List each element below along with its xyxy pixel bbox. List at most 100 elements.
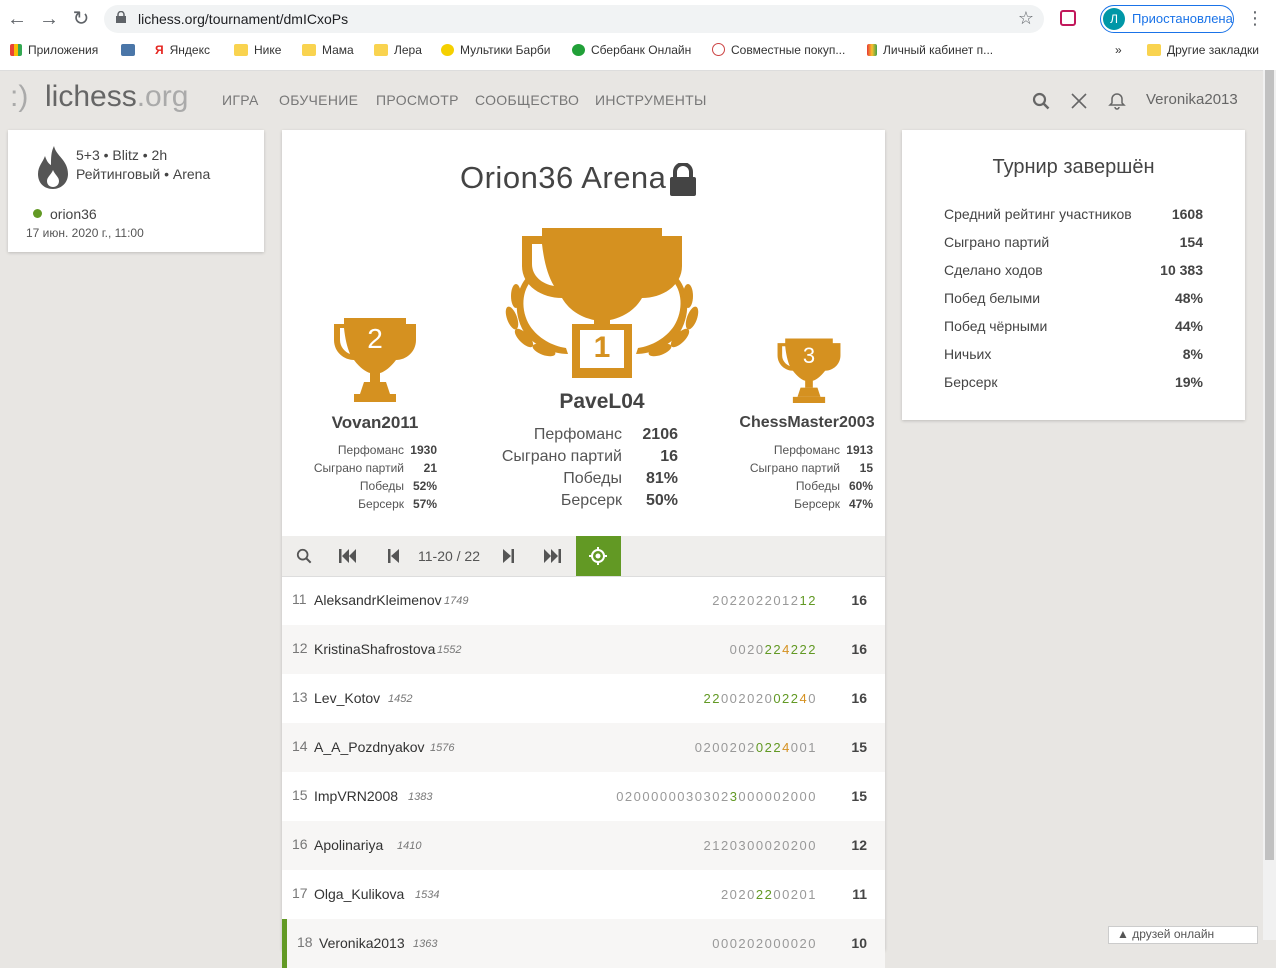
bookmark-nike[interactable]: Нике	[234, 43, 281, 57]
prev-page-button[interactable]	[372, 536, 416, 576]
first-place-name[interactable]: PaveL04	[502, 390, 702, 414]
bell-icon[interactable]	[1108, 92, 1126, 110]
nav-community[interactable]: СООБЩЕСТВО	[475, 92, 579, 108]
avatar: Л	[1103, 8, 1125, 30]
standings-row[interactable]: 16 Apolinariya 1410 2120300020200 12	[282, 821, 885, 870]
back-icon[interactable]: ←	[6, 8, 28, 30]
bookmark-sberbank[interactable]: Сбербанк Онлайн	[572, 43, 691, 57]
player-name[interactable]: Veronika2013	[319, 935, 405, 951]
standings-row-me[interactable]: 18 Veronika2013 1363 000202000020 10	[282, 919, 885, 968]
summary-stat-label: Берсерк	[944, 374, 998, 390]
forward-icon[interactable]: →	[38, 8, 60, 30]
folder-icon	[302, 44, 316, 56]
nav-watch[interactable]: ПРОСМОТР	[376, 92, 459, 108]
menu-icon[interactable]: ⋮	[1246, 8, 1264, 29]
third-place-name[interactable]: ChessMaster2003	[734, 414, 880, 432]
score-sheet: 000202000020	[712, 936, 817, 951]
bookmark-cabinet[interactable]: Личный кабинет п...	[867, 43, 993, 57]
player-name[interactable]: ImpVRN2008	[314, 788, 398, 804]
bookmark-label: Лера	[394, 43, 422, 57]
profile-button[interactable]: Л Приостановлена	[1100, 5, 1234, 33]
reload-icon[interactable]: ↻	[70, 8, 92, 30]
player-rank: 13	[292, 689, 308, 705]
score-sheet: 2200202002240	[703, 691, 817, 706]
standings-pager: 11-20 / 22	[282, 536, 885, 577]
score-sheet: 02002020224001	[694, 740, 817, 755]
friends-online-box[interactable]: ▲ друзей онлайн	[1108, 926, 1258, 944]
player-score: 10	[851, 935, 867, 951]
address-bar[interactable]: lichess.org/tournament/dmICxoPs ☆	[104, 5, 1044, 33]
last-page-button[interactable]	[530, 536, 574, 576]
podium-stat-label: Перфоманс	[773, 443, 840, 457]
bookmark-barbie[interactable]: Мультики Барби	[441, 43, 550, 57]
first-page-button[interactable]	[326, 536, 370, 576]
nav-learn[interactable]: ОБУЧЕНИЕ	[279, 92, 358, 108]
player-name[interactable]: Olga_Kulikova	[314, 886, 404, 902]
summary-stat-label: Средний рейтинг участников	[944, 206, 1132, 222]
summary-stat-value: 154	[1179, 234, 1203, 250]
first-page-icon	[339, 549, 356, 563]
bookmark-overflow[interactable]: »	[1115, 43, 1122, 57]
podium-stat-value: 50%	[645, 492, 678, 509]
my-position-button[interactable]	[576, 536, 621, 576]
flame-icon	[38, 146, 68, 189]
standings-row[interactable]: 17 Olga_Kulikova 1534 20202200201 11	[282, 870, 885, 919]
bookmark-other[interactable]: Другие закладки	[1147, 43, 1259, 57]
tournament-title: Orion36 Arena	[460, 160, 667, 195]
standings-row[interactable]: 13 Lev_Kotov 1452 2200202002240 16	[282, 674, 885, 723]
search-icon[interactable]	[1032, 92, 1050, 110]
scrollbar[interactable]	[1263, 70, 1276, 940]
third-place-number: 3	[802, 343, 816, 368]
score-sheet: 2120300020200	[703, 838, 817, 853]
player-name[interactable]: AleksandrKleimenov	[314, 592, 442, 608]
extension-icon[interactable]	[1060, 10, 1076, 26]
bookmark-sovmestnye[interactable]: Совместные покуп...	[712, 43, 845, 57]
standings-row[interactable]: 15 ImpVRN2008 1383 020000003030230000020…	[282, 772, 885, 821]
player-rating: 1383	[408, 791, 433, 803]
standings-row[interactable]: 14 A_A_Pozdnyakov 1576 02002020224001 15	[282, 723, 885, 772]
player-name[interactable]: Lev_Kotov	[314, 690, 380, 706]
search-player-button[interactable]	[282, 536, 326, 576]
apps-icon	[10, 44, 22, 56]
scrollbar-thumb[interactable]	[1265, 70, 1274, 860]
tournament-main-card: Orion36 Arena 1 2 3 PaveL04 Перфоманс 21…	[282, 130, 885, 968]
username-link[interactable]: Veronika2013	[1146, 91, 1238, 108]
bookmark-vk[interactable]	[121, 43, 141, 57]
podium-stat-label: Победы	[359, 479, 404, 493]
podium-stat-value: 81%	[645, 470, 678, 487]
summary-stat-value: 8%	[1182, 346, 1203, 362]
summary-title: Турнир завершён	[992, 156, 1155, 178]
bookmark-mama[interactable]: Мама	[302, 43, 354, 57]
score-sheet: 20202200201	[720, 887, 817, 902]
player-name[interactable]: Apolinariya	[314, 837, 383, 853]
player-name[interactable]: KristinaShafrostova	[314, 641, 435, 657]
bookmark-apps[interactable]: Приложения	[10, 43, 98, 57]
swords-icon[interactable]	[1070, 92, 1088, 110]
search-icon	[296, 548, 312, 564]
site-logo[interactable]: lichess.org	[45, 80, 188, 114]
podium-stat-value: 15	[859, 461, 873, 475]
next-page-button[interactable]	[486, 536, 530, 576]
player-name[interactable]: A_A_Pozdnyakov	[314, 739, 425, 755]
page-indicator: 11-20 / 22	[418, 548, 481, 564]
logo-smile[interactable]: :)	[10, 80, 28, 114]
bookmark-lera[interactable]: Лера	[374, 43, 422, 57]
second-place-name[interactable]: Vovan2011	[302, 413, 448, 433]
last-page-icon	[544, 549, 561, 563]
summary-stat-value: 19%	[1174, 374, 1203, 390]
nav-tools[interactable]: ИНСТРУМЕНТЫ	[595, 92, 707, 108]
standings-row[interactable]: 11 AleksandrKleimenov 1749 202202201212 …	[282, 576, 885, 625]
podium-stat-label: Берсерк	[794, 497, 840, 511]
friends-online-label: друзей онлайн	[1132, 927, 1215, 941]
bookmark-yandex[interactable]: Я Яндекс	[155, 43, 210, 57]
standings-row[interactable]: 12 KristinaShafrostova 1552 0020224222 1…	[282, 625, 885, 674]
player-score: 12	[851, 837, 867, 853]
player-rank: 16	[292, 836, 308, 852]
star-icon[interactable]: ☆	[1018, 8, 1034, 29]
nav-play[interactable]: ИГРА	[222, 92, 259, 108]
vk-icon	[121, 44, 135, 56]
player-score: 15	[851, 788, 867, 804]
podium-stat-label: Сыграно партий	[313, 461, 404, 475]
prev-page-icon	[388, 549, 399, 563]
creator-link[interactable]: orion36	[50, 206, 97, 222]
